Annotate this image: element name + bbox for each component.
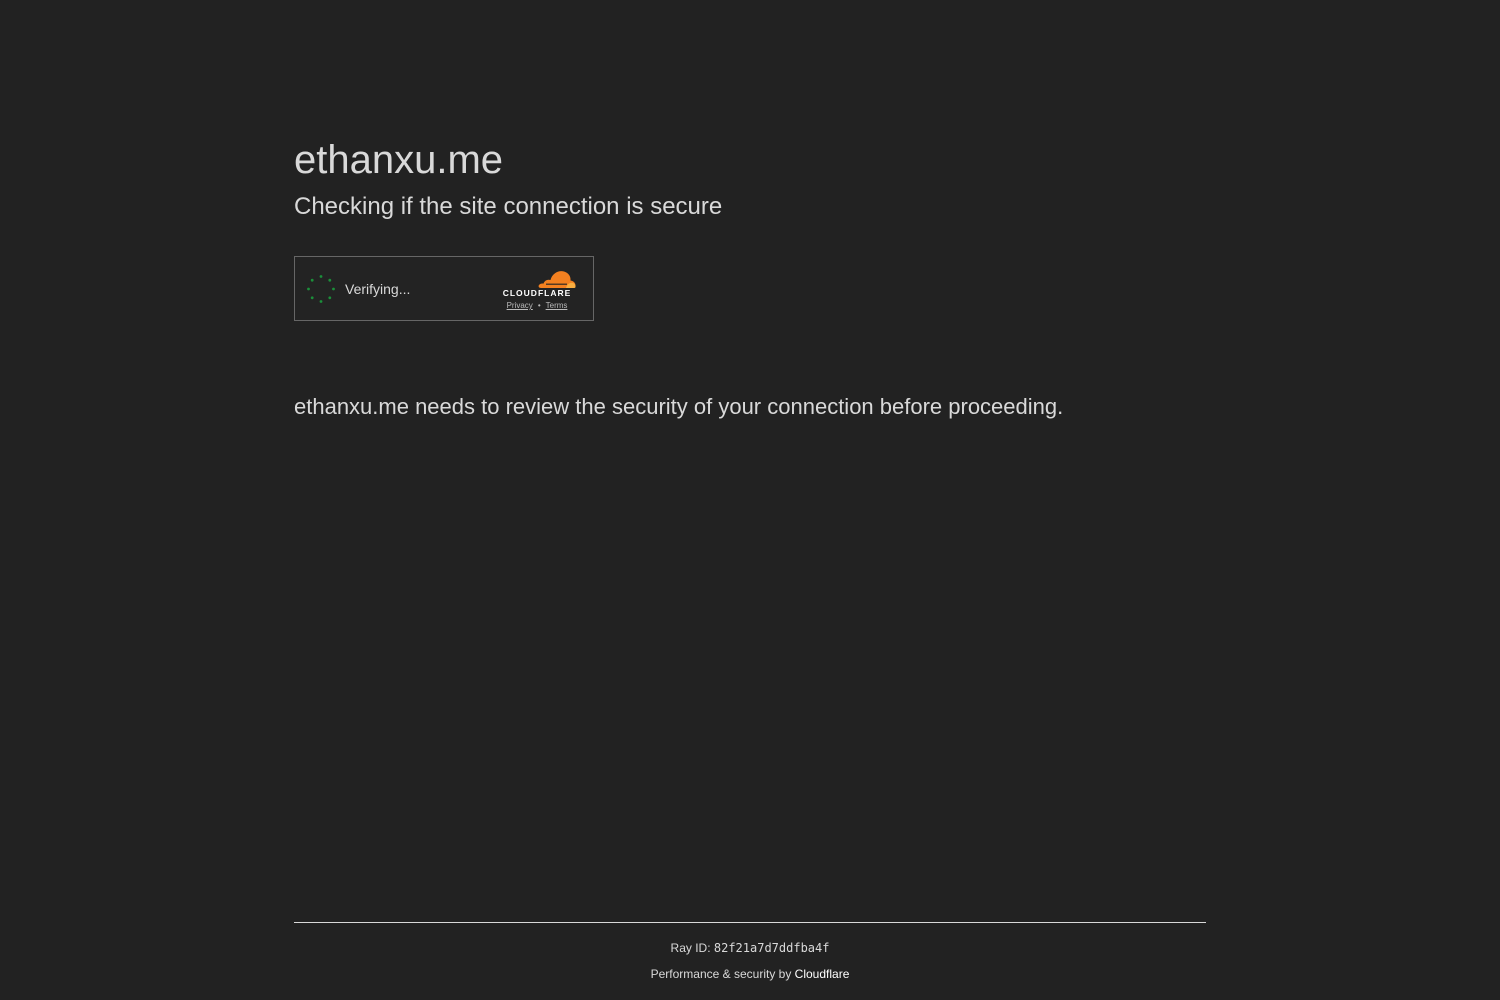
ray-id-value: 82f21a7d7ddfba4f	[713, 941, 830, 955]
main-content: ethanxu.me Checking if the site connecti…	[294, 0, 1206, 1000]
turnstile-widget[interactable]: Verifying... CLOUDFLARE Privacy • Terms	[294, 256, 594, 321]
terms-link[interactable]: Terms	[546, 301, 568, 310]
cloudflare-link[interactable]: Cloudflare	[795, 967, 850, 981]
ray-id-label: Ray ID:	[670, 941, 714, 955]
performance-prefix: Performance & security by	[650, 967, 795, 981]
page-subtitle: Checking if the site connection is secur…	[294, 193, 723, 220]
ray-id-line: Ray ID: 82f21a7d7ddfba4f	[294, 940, 1206, 956]
loading-spinner-icon	[307, 275, 335, 303]
privacy-link[interactable]: Privacy	[507, 301, 533, 310]
verifying-status: Verifying...	[345, 281, 411, 297]
footer-divider	[294, 922, 1206, 923]
link-separator: •	[537, 301, 541, 310]
site-title: ethanxu.me	[294, 138, 504, 182]
performance-line: Performance & security by Cloudflare	[294, 966, 1206, 982]
security-message: ethanxu.me needs to review the security …	[294, 394, 1064, 419]
cloudflare-wordmark: CLOUDFLARE	[502, 288, 572, 298]
widget-links: Privacy • Terms	[497, 301, 577, 311]
cloudflare-branding: CLOUDFLARE Privacy • Terms	[497, 268, 577, 310]
cloudflare-cloud-icon[interactable]	[537, 268, 577, 290]
